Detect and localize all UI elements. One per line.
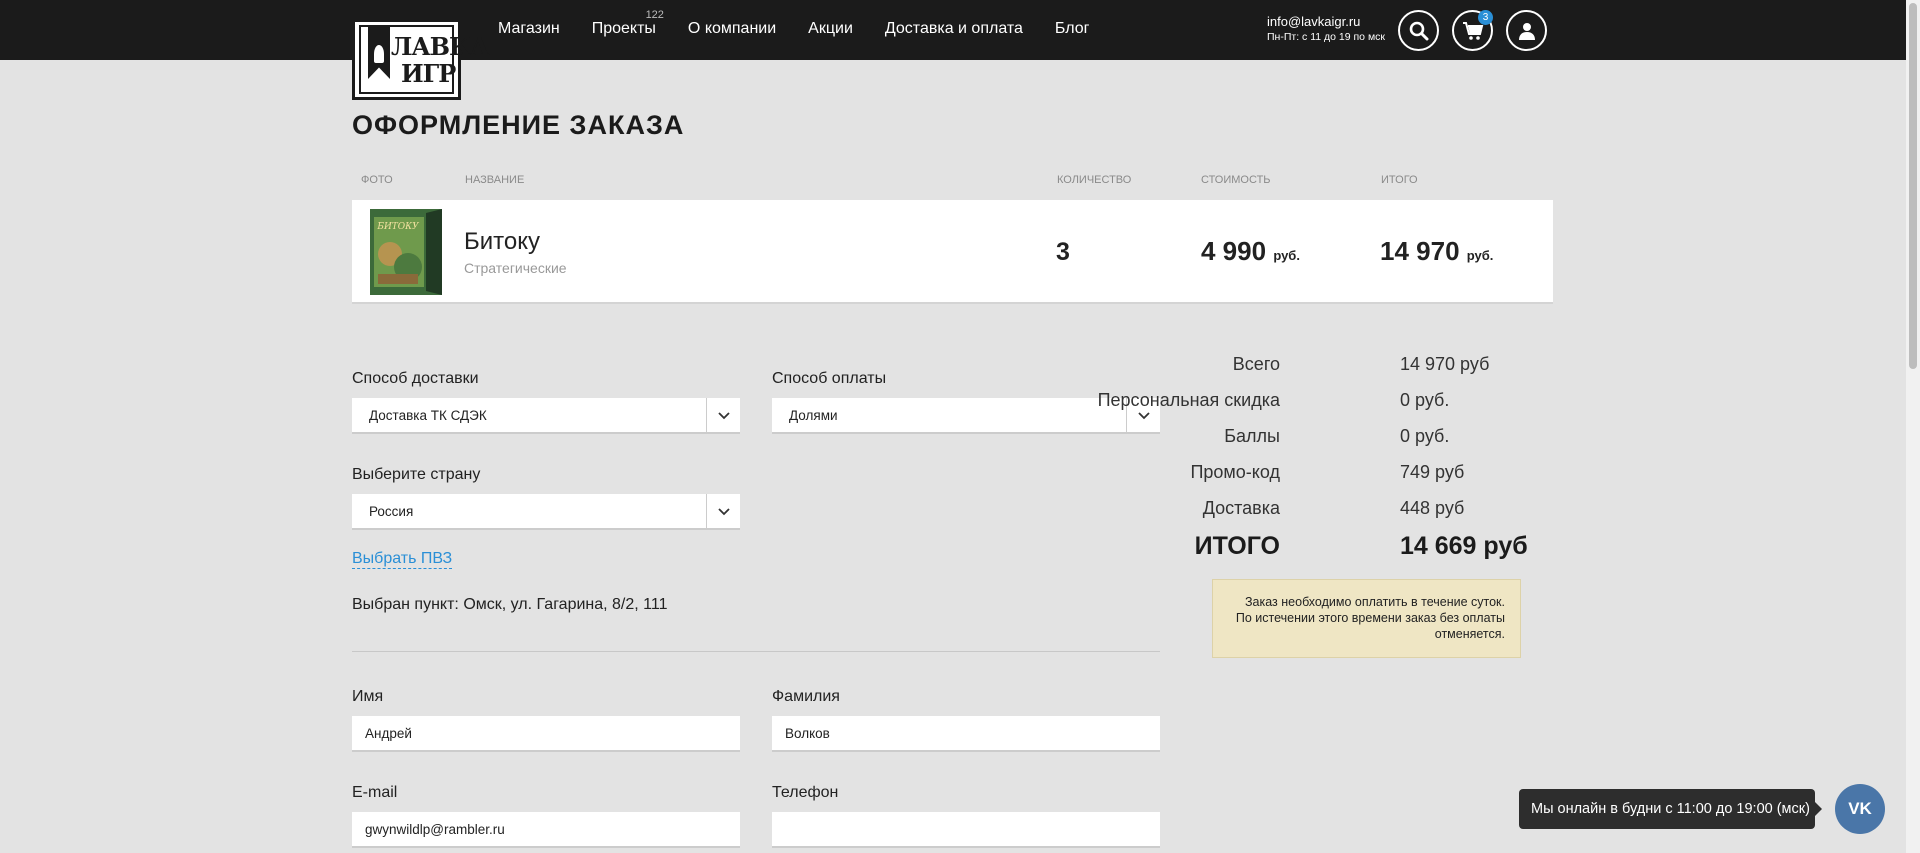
chat-bubble[interactable]: Мы онлайн в будни с 11:00 до 19:00 (мск) xyxy=(1519,789,1822,829)
summary-total-label: ИТОГО xyxy=(1194,532,1280,560)
product-total-unit: руб. xyxy=(1466,248,1494,263)
product-total: 14 970 руб. xyxy=(1380,236,1493,267)
nav-shop[interactable]: Магазин xyxy=(498,20,560,38)
first-name-label: Имя xyxy=(352,688,384,705)
payment-method-value: Долями xyxy=(789,408,838,423)
chevron-down-icon[interactable] xyxy=(706,398,740,434)
product-quantity: 3 xyxy=(1056,238,1070,266)
summary-total-value: 14 669 руб xyxy=(1400,532,1528,560)
summary-personal-discount: Персональная скидка 0 руб. xyxy=(1097,390,1530,420)
product-price-unit: руб. xyxy=(1273,248,1300,263)
summary-value: 0 руб. xyxy=(1400,426,1450,446)
summary-value: 0 руб. xyxy=(1400,390,1450,410)
nav-projects[interactable]: Проекты 122 xyxy=(592,9,664,38)
summary-points: Баллы 0 руб. xyxy=(1100,426,1530,456)
search-icon xyxy=(1409,21,1428,40)
cart-count-badge: 3 xyxy=(1478,10,1493,25)
vk-chat-button[interactable]: VK xyxy=(1835,784,1885,834)
nav-delivery-payment[interactable]: Доставка и оплата xyxy=(885,20,1023,38)
nav-blog[interactable]: Блог xyxy=(1055,20,1090,38)
cart-button[interactable]: 3 xyxy=(1452,10,1493,51)
last-name-field[interactable] xyxy=(772,716,1160,752)
summary-value: 749 руб xyxy=(1400,462,1465,482)
site-logo[interactable]: ЛАВКА ИГР xyxy=(352,19,489,100)
scrollbar-thumb[interactable] xyxy=(1909,3,1917,369)
search-button[interactable] xyxy=(1398,10,1439,51)
product-name[interactable]: Битоку xyxy=(464,228,540,256)
summary-grand-total: ИТОГО 14 669 руб xyxy=(1100,532,1530,562)
summary-subtotal: Всего 14 970 руб xyxy=(1100,354,1530,384)
projects-count-badge: 122 xyxy=(645,9,664,21)
page-title: ОФОРМЛЕНИЕ ЗАКАЗА xyxy=(352,110,685,140)
email-label: E-mail xyxy=(352,784,398,801)
summary-label: Баллы xyxy=(1224,426,1280,446)
summary-label: Всего xyxy=(1232,354,1280,374)
summary-delivery: Доставка 448 руб xyxy=(1100,498,1530,528)
product-category: Стратегические xyxy=(464,260,567,276)
product-box-title: БИТОКУ xyxy=(376,222,420,232)
payment-method-label: Способ оплаты xyxy=(772,370,887,387)
table-row: БИТОКУ Битоку Стратегические 3 4 990 руб… xyxy=(352,200,1553,304)
user-icon xyxy=(1518,22,1535,40)
chevron-down-icon[interactable] xyxy=(706,494,740,530)
summary-value: 14 970 руб xyxy=(1400,354,1490,374)
phone-field[interactable] xyxy=(772,812,1160,848)
contact-hours: Пн-Пт: с 11 до 19 по мск xyxy=(1267,31,1386,43)
page-scrollbar[interactable] xyxy=(1906,0,1920,853)
email-field[interactable] xyxy=(352,812,740,848)
col-header-name: НАЗВАНИЕ xyxy=(465,174,525,186)
vk-icon: VK xyxy=(1848,799,1872,818)
summary-label: Персональная скидка xyxy=(1097,390,1280,410)
first-name-field[interactable] xyxy=(352,716,740,752)
summary-promo-code: Промо-код 749 руб xyxy=(1100,462,1530,492)
delivery-method-label: Способ доставки xyxy=(352,370,479,387)
product-price: 4 990 руб. xyxy=(1201,236,1300,267)
payment-notice: Заказ необходимо оплатить в течение суто… xyxy=(1212,579,1521,658)
last-name-label: Фамилия xyxy=(772,688,840,705)
nav-about[interactable]: О компании xyxy=(688,20,776,38)
delivery-method-value: Доставка ТК СДЭК xyxy=(369,408,487,423)
country-select[interactable]: Россия xyxy=(352,494,740,530)
col-header-total: ИТОГО xyxy=(1381,174,1418,186)
logo-pawn-icon xyxy=(374,45,384,63)
contact-email[interactable]: info@lavkaigr.ru xyxy=(1267,14,1385,30)
contact-info: info@lavkaigr.ru Пн-Пт: с 11 до 19 по мс… xyxy=(1267,14,1385,44)
logo-frame: ЛАВКА ИГР xyxy=(359,25,489,94)
choose-pickup-point-link[interactable]: Выбрать ПВЗ xyxy=(352,550,453,569)
top-header: Магазин Проекты 122 О компании Акции Дост… xyxy=(0,0,1906,60)
col-header-photo: ФОТО xyxy=(361,174,393,186)
country-value: Россия xyxy=(369,504,414,519)
phone-label: Телефон xyxy=(772,784,839,801)
col-header-quantity: КОЛИЧЕСТВО xyxy=(1057,174,1132,186)
country-label: Выберите страну xyxy=(352,466,481,483)
product-price-value: 4 990 xyxy=(1201,236,1267,266)
col-header-price: СТОИМОСТЬ xyxy=(1201,174,1271,186)
product-image[interactable]: БИТОКУ xyxy=(370,209,442,295)
summary-label: Промо-код xyxy=(1190,462,1280,482)
product-total-value: 14 970 xyxy=(1380,236,1460,266)
form-divider xyxy=(352,651,1160,652)
chosen-pickup-point: Выбран пункт: Омск, ул. Гагарина, 8/2, 1… xyxy=(352,596,668,613)
main-nav: Магазин Проекты 122 О компании Акции Дост… xyxy=(498,9,1122,38)
delivery-method-select[interactable]: Доставка ТК СДЭК xyxy=(352,398,740,434)
summary-label: Доставка xyxy=(1202,498,1280,518)
account-button[interactable] xyxy=(1506,10,1547,51)
summary-value: 448 руб xyxy=(1400,498,1465,518)
nav-promotions[interactable]: Акции xyxy=(808,20,853,38)
